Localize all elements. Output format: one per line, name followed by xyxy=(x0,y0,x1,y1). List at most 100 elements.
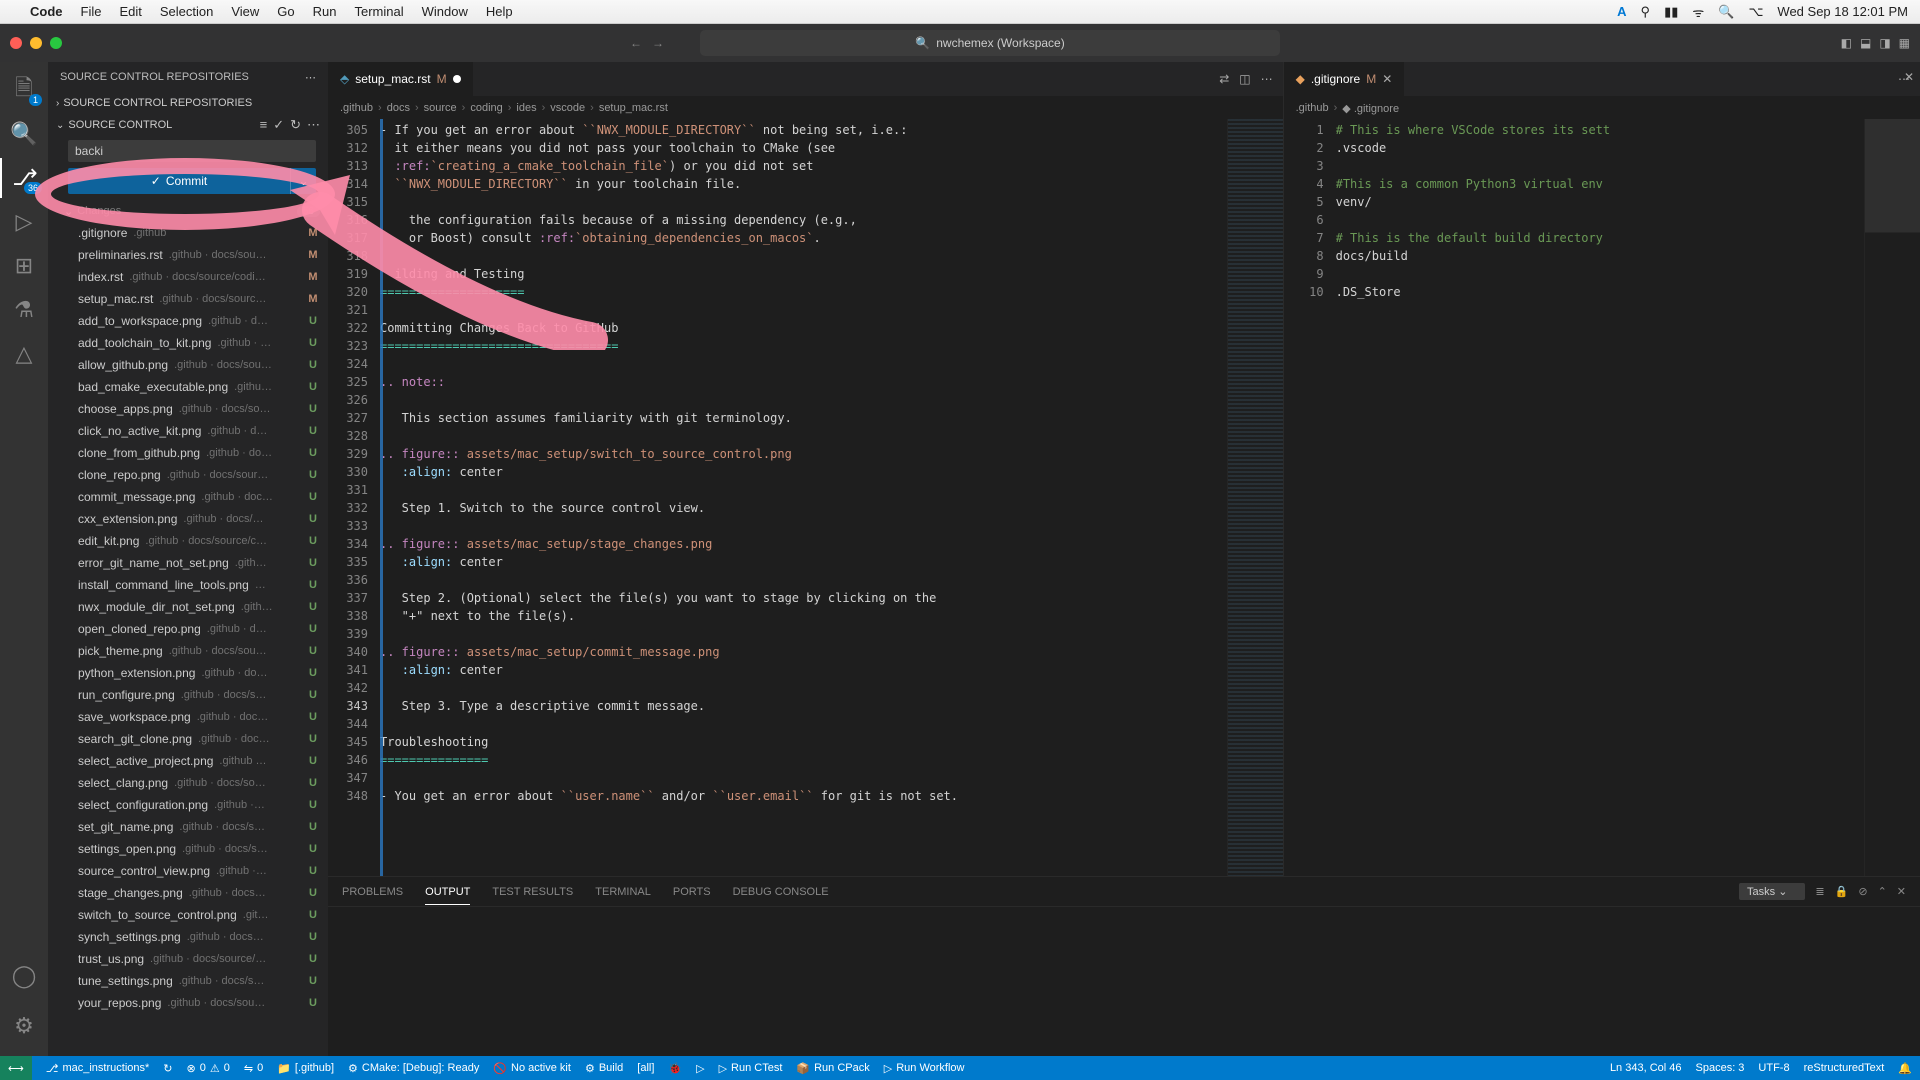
layout-right-icon[interactable]: ◨ xyxy=(1879,36,1890,50)
panel-tab-debug[interactable]: DEBUG CONSOLE xyxy=(733,886,829,898)
changed-file-row[interactable]: clone_from_github.png.github · do…U xyxy=(48,442,328,464)
changed-file-row[interactable]: trust_us.png.github · docs/source/…U xyxy=(48,948,328,970)
minimap[interactable] xyxy=(1227,119,1283,876)
azure-icon[interactable]: △ xyxy=(0,334,48,374)
more-icon[interactable]: ⋯ xyxy=(307,117,320,133)
close-icon[interactable]: ✕ xyxy=(1382,72,1392,86)
menu-selection[interactable]: Selection xyxy=(160,4,213,19)
control-center-icon[interactable]: ⌥ xyxy=(1748,4,1763,20)
view-tree-icon[interactable]: ≡ xyxy=(260,117,268,133)
menu-terminal[interactable]: Terminal xyxy=(355,4,404,19)
breadcrumb-left[interactable]: .github › docs › source › coding › ides … xyxy=(328,97,1283,119)
repos-section[interactable]: › SOURCE CONTROL REPOSITORIES xyxy=(48,92,328,114)
battery-icon[interactable]: ▮▮ xyxy=(1664,4,1678,20)
close-editor-group-icon[interactable]: ✕ xyxy=(1904,70,1914,84)
changed-file-row[interactable]: cxx_extension.png.github · docs/…U xyxy=(48,508,328,530)
changed-file-row[interactable]: save_workspace.png.github · doc…U xyxy=(48,706,328,728)
layout-left-icon[interactable]: ◧ xyxy=(1841,36,1852,50)
editor-content[interactable]: - If you get an error about ``NWX_MODULE… xyxy=(380,119,1227,876)
changed-file-row[interactable]: set_git_name.png.github · docs/s…U xyxy=(48,816,328,838)
changed-file-row[interactable]: clone_repo.png.github · docs/sour…U xyxy=(48,464,328,486)
search-icon[interactable]: ⚲ xyxy=(1641,4,1651,20)
filter-icon[interactable]: ≣ xyxy=(1815,885,1824,898)
changes-header[interactable]: ⌄ Changes 56 xyxy=(48,200,328,222)
remote-indicator[interactable]: ⟷ xyxy=(0,1056,32,1080)
changed-file-row[interactable]: select_active_project.png.github …U xyxy=(48,750,328,772)
commit-dropdown[interactable]: ⌄ xyxy=(290,168,316,194)
changed-file-row[interactable]: error_git_name_not_set.png.gith…U xyxy=(48,552,328,574)
panel-tab-test-results[interactable]: TEST RESULTS xyxy=(492,886,573,898)
commit-button[interactable]: ✓ Commit xyxy=(68,168,290,194)
layout-grid-icon[interactable]: ▦ xyxy=(1899,36,1910,50)
tab-gitignore[interactable]: ◆ .gitignore M ✕ xyxy=(1284,62,1406,96)
refresh-icon[interactable]: ↻ xyxy=(290,117,301,133)
changed-file-row[interactable]: commit_message.png.github · doc…U xyxy=(48,486,328,508)
encoding-status[interactable]: UTF-8 xyxy=(1758,1062,1789,1074)
changed-file-row[interactable]: switch_to_source_control.png.git…U xyxy=(48,904,328,926)
more-icon[interactable]: ⋯ xyxy=(1261,72,1273,86)
clear-output-icon[interactable]: ⊘ xyxy=(1858,885,1867,898)
changed-file-row[interactable]: bad_cmake_executable.png.githu…U xyxy=(48,376,328,398)
build-status[interactable]: ⚙ Build xyxy=(585,1062,623,1075)
changed-file-row[interactable]: search_git_clone.png.github · doc…U xyxy=(48,728,328,750)
changed-file-row[interactable]: index.rst.github · docs/source/codi…M xyxy=(48,266,328,288)
clock[interactable]: Wed Sep 18 12:01 PM xyxy=(1777,4,1908,19)
changed-file-row[interactable]: nwx_module_dir_not_set.png.gith…U xyxy=(48,596,328,618)
more-actions-icon[interactable]: ⋯ xyxy=(305,71,316,84)
close-window-button[interactable] xyxy=(10,37,22,49)
editor-content[interactable]: # This is where VSCode stores its sett.v… xyxy=(1336,119,1864,876)
command-center[interactable]: 🔍 nwchemex (Workspace) xyxy=(700,30,1280,56)
minimap[interactable] xyxy=(1864,119,1920,876)
changed-file-row[interactable]: setup_mac.rst.github · docs/sourc…M xyxy=(48,288,328,310)
spotlight-icon[interactable]: 🔍 xyxy=(1718,4,1734,20)
ports-status[interactable]: ⇋ 0 xyxy=(244,1062,263,1075)
changed-file-row[interactable]: tune_settings.png.github · docs/s…U xyxy=(48,970,328,992)
testing-icon[interactable]: ⚗ xyxy=(0,290,48,330)
menu-edit[interactable]: Edit xyxy=(119,4,141,19)
sync-status[interactable]: ↻ xyxy=(163,1062,172,1075)
run-debug-icon[interactable]: ▷ xyxy=(0,202,48,242)
panel-tab-problems[interactable]: PROBLEMS xyxy=(342,886,403,898)
maximize-window-button[interactable] xyxy=(50,37,62,49)
menu-go[interactable]: Go xyxy=(277,4,294,19)
tab-setup-mac[interactable]: ⬘ setup_mac.rst M xyxy=(328,62,474,96)
changed-file-row[interactable]: python_extension.png.github · do…U xyxy=(48,662,328,684)
ctest-status[interactable]: ▷ Run CTest xyxy=(719,1062,783,1075)
explorer-icon[interactable]: 🗎1 xyxy=(0,70,48,110)
cursor-position[interactable]: Ln 343, Col 46 xyxy=(1610,1062,1682,1074)
commit-message-input[interactable] xyxy=(68,140,316,162)
problems-status[interactable]: ⊗ 0 ⚠ 0 xyxy=(187,1062,230,1075)
changed-file-row[interactable]: your_repos.png.github · docs/sou…U xyxy=(48,992,328,1014)
split-editor-icon[interactable]: ◫ xyxy=(1239,72,1250,86)
changed-file-row[interactable]: synch_settings.png.github · docs…U xyxy=(48,926,328,948)
changed-file-row[interactable]: edit_kit.png.github · docs/source/c…U xyxy=(48,530,328,552)
run-launch-icon[interactable]: ▷ xyxy=(696,1062,704,1075)
changed-file-row[interactable]: stage_changes.png.github · docs…U xyxy=(48,882,328,904)
nav-forward-icon[interactable]: → xyxy=(652,36,664,50)
breadcrumb-right[interactable]: .github › ◆ .gitignore xyxy=(1284,97,1920,119)
minimize-window-button[interactable] xyxy=(30,37,42,49)
accounts-icon[interactable]: ◯ xyxy=(0,956,48,996)
layout-bottom-icon[interactable]: ⬓ xyxy=(1860,36,1871,50)
menu-run[interactable]: Run xyxy=(313,4,337,19)
cpack-status[interactable]: 📦 Run CPack xyxy=(796,1062,869,1075)
language-status[interactable]: reStructuredText xyxy=(1804,1062,1885,1074)
maximize-panel-icon[interactable]: ⌃ xyxy=(1878,885,1887,898)
changed-file-row[interactable]: add_toolchain_to_kit.png.github · …U xyxy=(48,332,328,354)
panel-tab-terminal[interactable]: TERMINAL xyxy=(595,886,651,898)
source-control-section[interactable]: ⌄ SOURCE CONTROL ≡ ✓ ↻ ⋯ xyxy=(48,114,328,136)
menu-view[interactable]: View xyxy=(231,4,259,19)
debug-launch-icon[interactable]: 🐞 xyxy=(668,1062,682,1075)
workflow-status[interactable]: ▷ Run Workflow xyxy=(884,1062,965,1075)
source-control-icon[interactable]: ⎇36 xyxy=(0,158,48,198)
changed-file-row[interactable]: source_control_view.png.github ·…U xyxy=(48,860,328,882)
changed-file-row[interactable]: select_clang.png.github · docs/so…U xyxy=(48,772,328,794)
settings-gear-icon[interactable]: ⚙ xyxy=(0,1006,48,1046)
changed-file-row[interactable]: open_cloned_repo.png.github · d…U xyxy=(48,618,328,640)
changed-file-row[interactable]: settings_open.png.github · docs/s…U xyxy=(48,838,328,860)
changed-file-row[interactable]: select_configuration.png.github ·…U xyxy=(48,794,328,816)
indentation-status[interactable]: Spaces: 3 xyxy=(1696,1062,1745,1074)
branch-status[interactable]: ⎇ mac_instructions* xyxy=(46,1062,150,1075)
menu-file[interactable]: File xyxy=(81,4,102,19)
changed-file-row[interactable]: pick_theme.png.github · docs/sou…U xyxy=(48,640,328,662)
